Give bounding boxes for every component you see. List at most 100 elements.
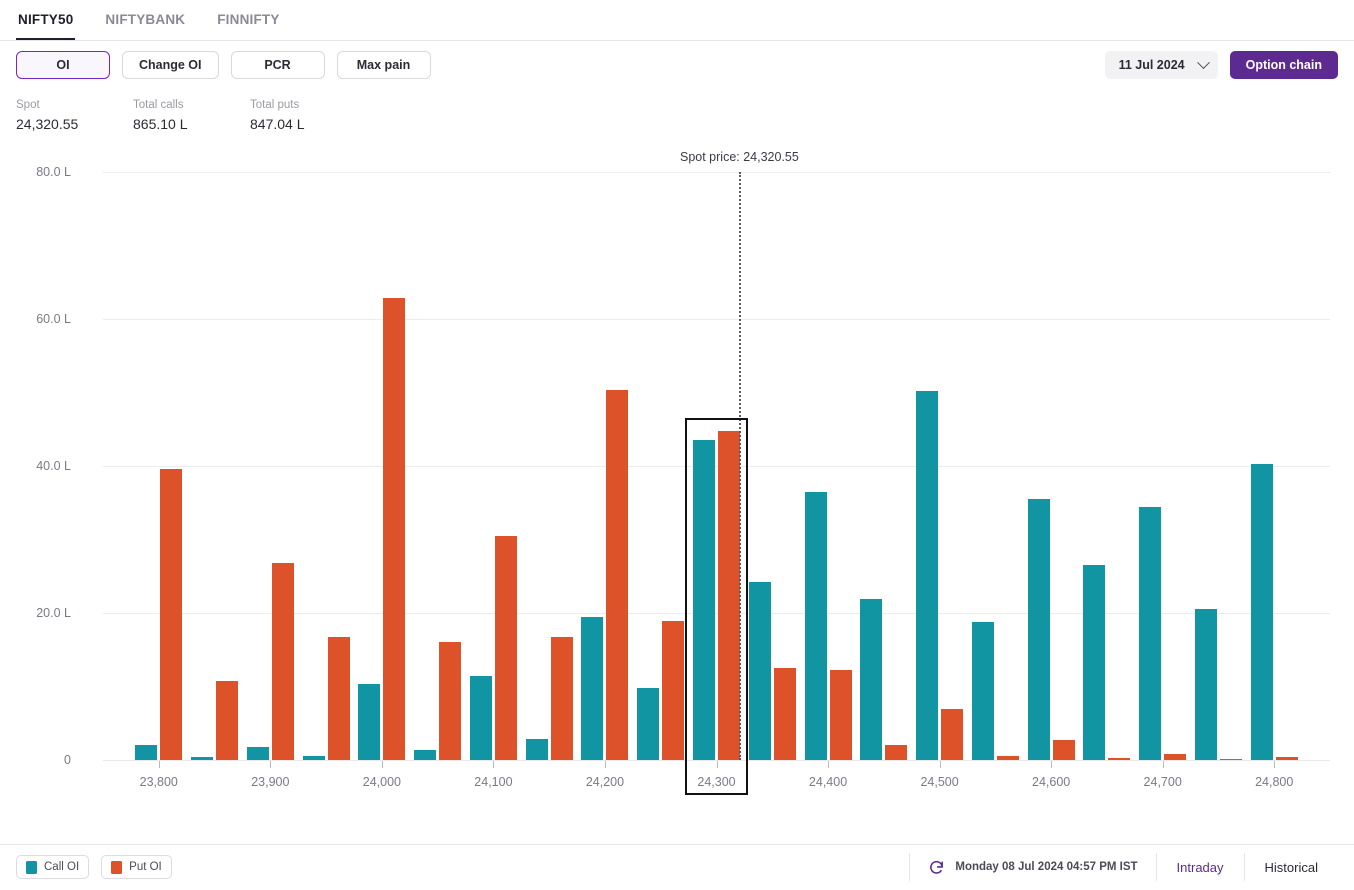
call-oi-bar[interactable] [581, 616, 604, 760]
refresh-icon[interactable] [928, 859, 945, 876]
put-oi-bar[interactable] [327, 637, 350, 760]
call-oi-bar[interactable] [860, 599, 883, 760]
chart-toolbar: OI Change OI PCR Max pain 11 Jul 2024 Op… [0, 41, 1354, 89]
x-axis-tick [828, 761, 830, 768]
put-oi-bar[interactable] [941, 708, 964, 760]
spot-price-line [739, 172, 742, 760]
x-axis-tick-label: 24,100 [474, 775, 513, 789]
put-oi-bar[interactable] [160, 468, 183, 760]
toolbar-right-group: 11 Jul 2024 Option chain [1104, 51, 1338, 79]
tab-finnifty[interactable]: FINNIFTY [215, 12, 281, 40]
call-oi-bar[interactable] [135, 744, 158, 760]
call-oi-bar[interactable] [1250, 463, 1273, 760]
mode-button-pcr[interactable]: PCR [230, 51, 325, 79]
call-oi-bar[interactable] [804, 491, 827, 760]
put-oi-bar[interactable] [1275, 757, 1298, 760]
call-oi-bar[interactable] [1194, 608, 1217, 760]
x-axis-tick-label: 24,000 [362, 775, 401, 789]
legend-call-oi[interactable]: Call OI [16, 855, 90, 879]
put-oi-bar[interactable] [1052, 740, 1075, 760]
stat-total-puts: Total puts 847.04 L [250, 97, 367, 134]
call-oi-bar[interactable] [469, 676, 492, 760]
put-oi-bar[interactable] [1108, 757, 1131, 760]
x-axis-tick [158, 761, 160, 768]
call-oi-bar[interactable] [971, 621, 994, 760]
footer-link-intraday[interactable]: Intraday [1157, 860, 1244, 875]
y-axis-tick-label: 40.0 L [36, 459, 71, 473]
call-oi-bar[interactable] [748, 582, 771, 760]
x-axis-tick-label: 24,200 [585, 775, 625, 789]
put-oi-bar[interactable] [662, 621, 685, 760]
stat-label: Total calls [133, 99, 184, 111]
call-oi-bar[interactable] [637, 687, 660, 760]
spot-price-label: Spot price: 24,320.55 [680, 150, 799, 164]
expiry-date-select[interactable]: 11 Jul 2024 [1104, 51, 1218, 79]
x-axis-tick-label: 24,300 [697, 775, 736, 789]
legend-put-oi[interactable]: Put OI [101, 855, 172, 879]
call-oi-bar[interactable] [916, 391, 939, 760]
call-oi-bar[interactable] [1027, 499, 1050, 760]
x-axis-tick [1051, 761, 1053, 768]
put-oi-bar[interactable] [216, 681, 239, 760]
mode-label: Change OI [139, 58, 202, 72]
call-oi-bar[interactable] [525, 738, 548, 760]
gridline [103, 466, 1330, 467]
last-updated-timestamp: Monday 08 Jul 2024 04:57 PM IST [955, 861, 1138, 873]
stat-value: 865.10 L [133, 116, 188, 132]
oi-chart: 0 20.0 L 40.0 L 60.0 L 80.0 L 23,800 23,900 24,… [0, 144, 1354, 844]
x-axis-tick [939, 761, 941, 768]
x-axis-tick-label: 23,900 [251, 775, 290, 789]
x-axis-tick [381, 761, 383, 768]
chevron-down-icon [1196, 55, 1210, 69]
call-oi-bar[interactable] [693, 440, 715, 760]
put-oi-bar[interactable] [271, 563, 294, 760]
stat-value: 24,320.55 [16, 116, 79, 132]
call-oi-bar[interactable] [246, 746, 269, 760]
y-axis-tick-label: 60.0 L [36, 312, 71, 326]
call-oi-bar[interactable] [302, 756, 325, 760]
y-axis-tick-label: 20.0 L [36, 606, 71, 620]
put-oi-bar[interactable] [439, 641, 462, 760]
put-oi-bar[interactable] [996, 755, 1019, 760]
put-oi-bar[interactable] [494, 535, 517, 760]
x-axis-tick [1274, 761, 1276, 768]
option-chain-button[interactable]: Option chain [1229, 51, 1338, 79]
put-oi-bar[interactable] [383, 297, 406, 760]
x-axis-tick [604, 761, 606, 768]
put-oi-bar[interactable] [885, 745, 908, 760]
put-oi-bar[interactable] [718, 430, 740, 760]
mode-label: Max pain [356, 58, 411, 72]
put-oi-bar[interactable] [1219, 758, 1242, 760]
refresh-group[interactable]: Monday 08 Jul 2024 04:57 PM IST [910, 859, 1155, 876]
x-axis-tick-label: 24,600 [1032, 775, 1071, 789]
stat-label: Total puts [250, 99, 300, 111]
stat-value: 847.04 L [250, 116, 305, 132]
put-oi-bar[interactable] [606, 390, 629, 760]
stat-spot: Spot 24,320.55 [16, 97, 133, 134]
put-oi-bar[interactable] [550, 636, 573, 760]
footer-link-historical[interactable]: Historical [1245, 860, 1338, 875]
call-oi-bar[interactable] [358, 684, 381, 760]
x-axis-tick [716, 761, 718, 768]
gridline [103, 172, 1330, 173]
index-tabbar: NIFTY50 NIFTYBANK FINNIFTY [0, 0, 1354, 41]
call-oi-bar[interactable] [191, 757, 214, 760]
y-axis-tick-label: 0 [64, 753, 71, 767]
mode-button-change-oi[interactable]: Change OI [122, 51, 219, 79]
summary-stats: Spot 24,320.55 Total calls 865.10 L Tota… [0, 89, 1354, 134]
put-oi-bar[interactable] [1164, 754, 1187, 760]
put-oi-bar[interactable] [773, 668, 796, 760]
chart-plot-area[interactable]: 0 20.0 L 40.0 L 60.0 L 80.0 L 23,800 23,900 24,… [36, 150, 1330, 795]
call-oi-swatch [26, 860, 37, 874]
mode-button-oi[interactable]: OI [16, 51, 110, 79]
call-oi-bar[interactable] [1139, 507, 1162, 760]
x-axis-tick [270, 761, 272, 768]
x-axis-tick-label: 23,800 [139, 775, 178, 789]
tab-nifty50[interactable]: NIFTY50 [16, 12, 76, 40]
put-oi-bar[interactable] [829, 669, 852, 760]
mode-button-max-pain[interactable]: Max pain [336, 51, 431, 79]
tab-niftybank[interactable]: NIFTYBANK [103, 12, 187, 40]
tab-label: FINNIFTY [217, 12, 280, 27]
call-oi-bar[interactable] [414, 750, 437, 760]
call-oi-bar[interactable] [1083, 564, 1106, 760]
